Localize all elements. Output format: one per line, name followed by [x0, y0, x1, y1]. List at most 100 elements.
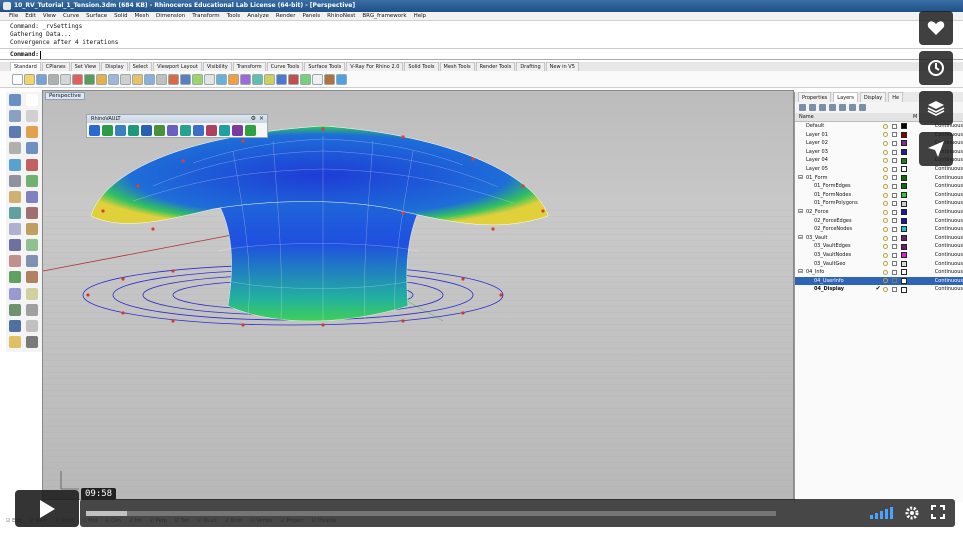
layer-color-swatch[interactable] — [900, 226, 907, 233]
toolbar-button-icon[interactable] — [264, 73, 275, 85]
tool-button-icon[interactable] — [9, 223, 21, 235]
menu-item[interactable]: RhinoNest — [327, 12, 355, 20]
tool-button-icon[interactable] — [9, 174, 21, 187]
toolbar-button-icon[interactable] — [36, 73, 47, 85]
rhinovault-tool-icon[interactable] — [115, 125, 126, 136]
rhinovault-tool-icon[interactable] — [102, 125, 113, 136]
tool-button-icon[interactable] — [26, 174, 38, 187]
new-sublayer-icon[interactable] — [809, 104, 816, 111]
toolbar-tab[interactable]: Curve Tools — [266, 62, 304, 71]
toolbar-button-icon[interactable] — [24, 73, 35, 85]
lock-icon[interactable] — [892, 140, 897, 146]
fullscreen-icon[interactable] — [931, 505, 945, 519]
panel-tab[interactable]: Layers — [833, 92, 858, 102]
toolbar-tab[interactable]: Display — [101, 62, 128, 71]
toolbar-button-icon[interactable] — [276, 73, 287, 85]
tool-button-icon[interactable] — [9, 303, 21, 316]
toolbar-button-icon[interactable] — [300, 73, 311, 85]
filter-icon[interactable] — [849, 104, 856, 111]
tool-button-icon[interactable] — [26, 303, 38, 316]
toolbar-button-icon[interactable] — [192, 73, 203, 85]
layer-linetype[interactable]: Continuous — [935, 277, 963, 286]
visibility-bulb-icon[interactable] — [883, 226, 889, 232]
layer-row[interactable]: Layer 05 Continuous — [795, 165, 963, 174]
help-icon[interactable] — [859, 104, 866, 111]
toolbar-button-icon[interactable] — [288, 73, 299, 85]
share-button[interactable] — [919, 132, 953, 166]
layer-linetype[interactable]: Continuous — [935, 251, 963, 260]
toolbar-tab[interactable]: Visibility — [202, 62, 232, 71]
visibility-bulb-icon[interactable] — [883, 158, 889, 164]
layer-row[interactable]: ⊟ 03_Vault Continuous — [795, 234, 963, 243]
watch-later-button[interactable] — [919, 51, 953, 85]
layer-linetype[interactable]: Continuous — [935, 260, 963, 269]
tool-button-icon[interactable] — [26, 142, 38, 155]
menu-item[interactable]: View — [43, 12, 56, 20]
layer-linetype[interactable]: Continuous — [935, 191, 963, 200]
lock-icon[interactable] — [892, 226, 897, 232]
toolbar-button-icon[interactable] — [132, 73, 143, 85]
lock-icon[interactable] — [892, 261, 897, 267]
visibility-bulb-icon[interactable] — [883, 287, 889, 293]
toolbar-button-icon[interactable] — [12, 73, 23, 85]
toolbar-tab[interactable]: Transform — [232, 62, 266, 71]
tool-button-icon[interactable] — [9, 94, 21, 106]
layer-linetype[interactable]: Continuous — [935, 217, 963, 226]
menu-item[interactable]: Help — [414, 12, 427, 20]
rhinovault-tool-icon[interactable] — [232, 125, 243, 136]
tool-button-icon[interactable] — [9, 335, 21, 348]
rhinovault-tool-icon[interactable] — [219, 125, 230, 136]
play-button[interactable] — [15, 490, 79, 527]
visibility-bulb-icon[interactable] — [883, 175, 889, 181]
layer-color-swatch[interactable] — [900, 235, 907, 242]
toolbar-button-icon[interactable] — [120, 73, 131, 85]
tool-button-icon[interactable] — [9, 239, 21, 252]
layer-color-swatch[interactable] — [900, 243, 907, 250]
layer-row[interactable]: ⊟ 02_Force Continuous — [795, 208, 963, 217]
panel-tab[interactable]: Display — [859, 92, 887, 102]
layer-color-swatch[interactable] — [900, 217, 907, 224]
visibility-bulb-icon[interactable] — [883, 235, 889, 241]
layer-color-swatch[interactable] — [900, 140, 907, 147]
toolbar-tab[interactable]: Drafting — [516, 62, 545, 71]
layer-linetype[interactable]: Continuous — [935, 285, 963, 294]
toolbar-button-icon[interactable] — [156, 73, 167, 85]
lock-icon[interactable] — [892, 235, 897, 241]
layer-color-swatch[interactable] — [900, 157, 907, 164]
toolbar-button-icon[interactable] — [60, 73, 71, 85]
layer-color-swatch[interactable] — [900, 269, 907, 276]
toolbar-button-icon[interactable] — [108, 73, 119, 85]
toolbar-button-icon[interactable] — [96, 73, 107, 85]
tool-button-icon[interactable] — [26, 335, 38, 348]
layer-linetype[interactable]: Continuous — [935, 208, 963, 217]
lock-icon[interactable] — [892, 132, 897, 138]
menu-item[interactable]: Render — [276, 12, 296, 20]
visibility-bulb-icon[interactable] — [883, 209, 889, 215]
tool-button-icon[interactable] — [9, 271, 21, 284]
toolbar-button-icon[interactable] — [72, 73, 83, 85]
collapse-icon[interactable]: ⊟ — [798, 234, 803, 243]
visibility-bulb-icon[interactable] — [883, 140, 889, 146]
toolbar-button-icon[interactable] — [336, 73, 347, 85]
panel-tab[interactable]: He — [888, 92, 904, 102]
visibility-bulb-icon[interactable] — [883, 192, 889, 198]
menu-item[interactable]: Curve — [63, 12, 79, 20]
rhinovault-tool-icon[interactable] — [206, 125, 217, 136]
toolbar-tab[interactable]: Mesh Tools — [439, 62, 475, 71]
collapse-icon[interactable]: ⊟ — [798, 208, 803, 217]
layer-color-swatch[interactable] — [900, 286, 907, 293]
lock-icon[interactable] — [892, 166, 897, 172]
layer-color-swatch[interactable] — [900, 209, 907, 216]
visibility-bulb-icon[interactable] — [883, 252, 889, 258]
tool-button-icon[interactable] — [26, 271, 38, 284]
layer-color-swatch[interactable] — [900, 131, 907, 138]
layer-color-swatch[interactable] — [900, 260, 907, 267]
tool-button-icon[interactable] — [26, 94, 38, 106]
menu-item[interactable]: Mesh — [135, 12, 149, 20]
layer-row[interactable]: ⊟ 04_Info Continuous — [795, 268, 963, 277]
lock-icon[interactable] — [892, 244, 897, 250]
menu-item[interactable]: Solid — [114, 12, 127, 20]
lock-icon[interactable] — [892, 269, 897, 275]
layer-row[interactable]: 03_VaultGeo Continuous — [795, 260, 963, 269]
layer-color-swatch[interactable] — [900, 174, 907, 181]
